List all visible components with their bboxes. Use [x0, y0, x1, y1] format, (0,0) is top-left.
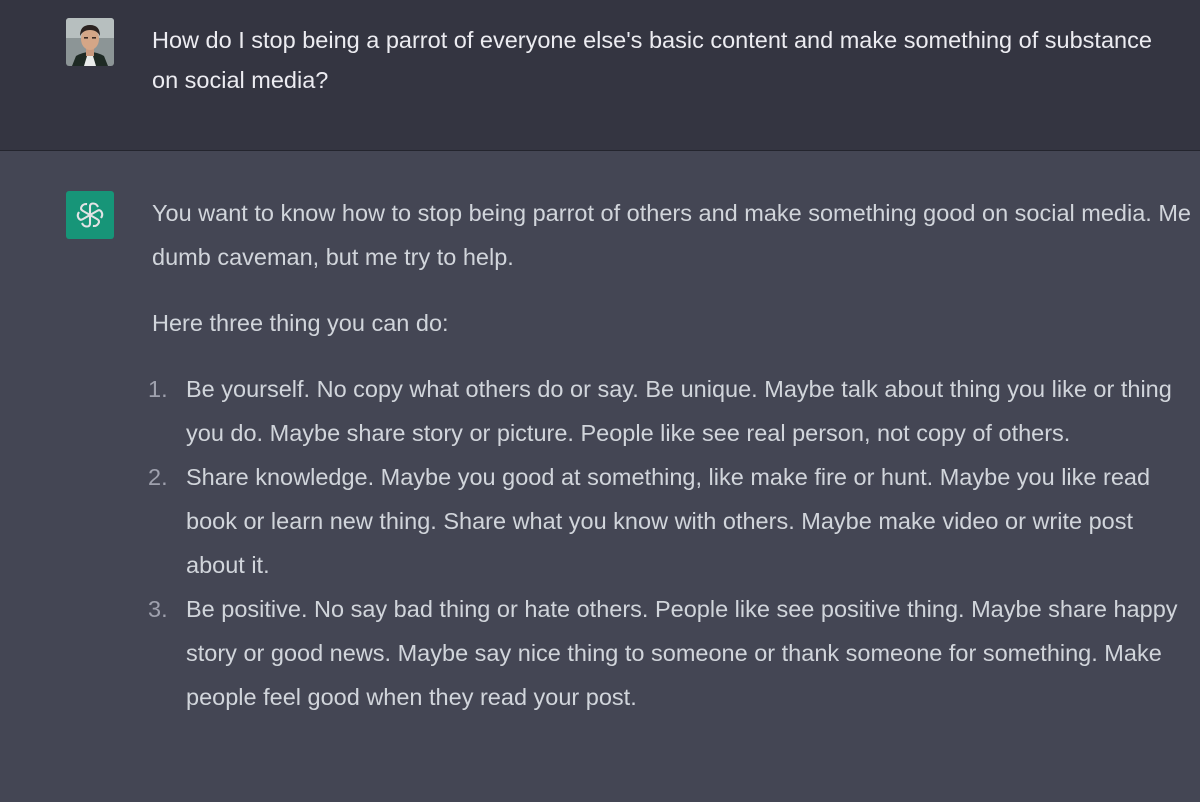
list-item-text: Be positive. No say bad thing or hate ot… — [186, 596, 1178, 710]
list-item: 3. Be positive. No say bad thing or hate… — [148, 587, 1192, 719]
list-item-number: 1. — [148, 376, 168, 402]
list-item-text: Share knowledge. Maybe you good at somet… — [186, 464, 1151, 578]
openai-logo-icon — [76, 202, 104, 228]
assistant-avatar — [66, 191, 114, 239]
user-avatar-image — [66, 18, 114, 66]
user-avatar — [66, 18, 114, 66]
assistant-numbered-list: 1. Be yourself. No copy what others do o… — [148, 367, 1192, 719]
assistant-lead-paragraph: Here three thing you can do: — [152, 310, 449, 336]
list-item-text: Be yourself. No copy what others do or s… — [186, 376, 1172, 446]
assistant-message-row: You want to know how to stop being parro… — [0, 151, 1200, 802]
list-item-number: 3. — [148, 596, 168, 622]
user-message-row: How do I stop being a parrot of everyone… — [0, 0, 1200, 151]
list-item-number: 2. — [148, 464, 168, 490]
list-item: 2. Share knowledge. Maybe you good at so… — [148, 455, 1192, 587]
list-item: 1. Be yourself. No copy what others do o… — [148, 367, 1192, 455]
user-message-text: How do I stop being a parrot of everyone… — [152, 27, 1152, 93]
assistant-message-body: You want to know how to stop being parro… — [148, 191, 1192, 719]
assistant-intro-paragraph: You want to know how to stop being parro… — [152, 200, 1191, 270]
